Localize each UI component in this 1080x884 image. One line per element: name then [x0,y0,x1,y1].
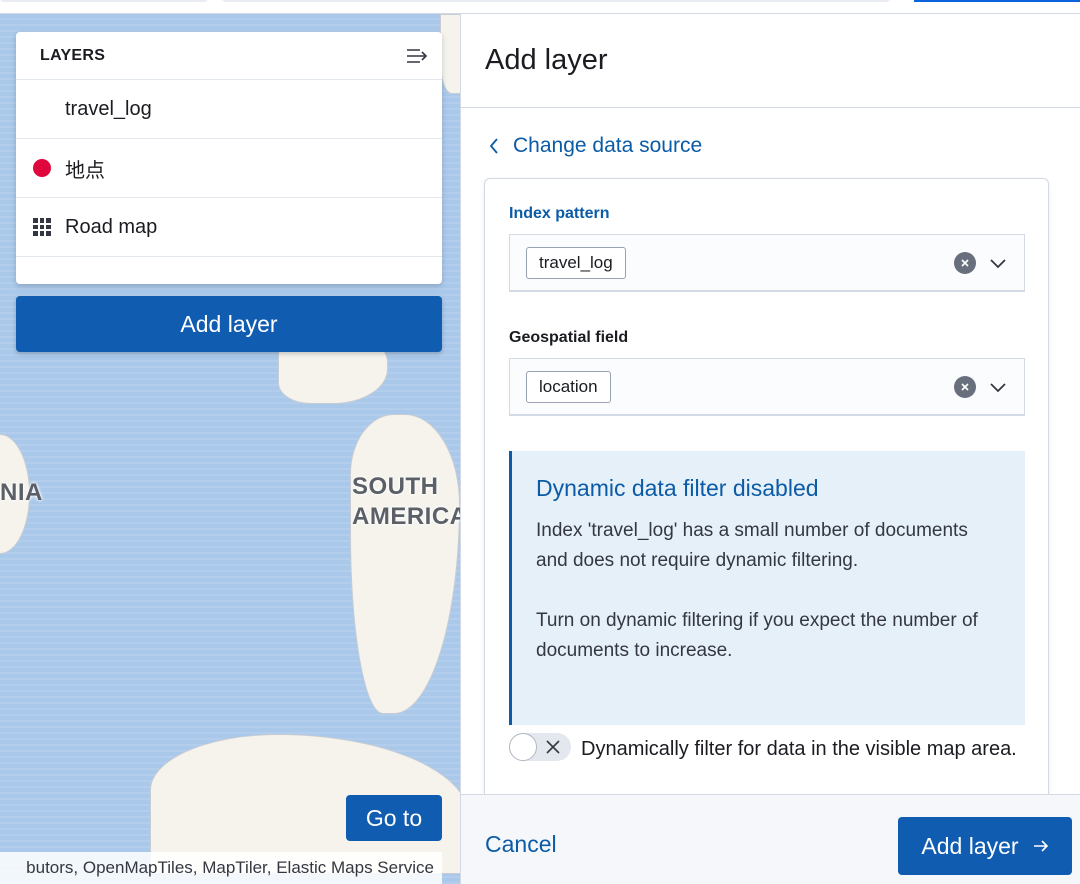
red-dot-icon [33,159,51,177]
close-icon [546,740,560,754]
north-america-edge-land [440,14,460,94]
flyout-footer: Cancel Add layer [461,794,1080,884]
clear-icon[interactable] [954,375,976,398]
switch-knob [509,732,537,761]
layer-item-location[interactable]: 地点 [16,139,442,198]
south-america-land [350,414,460,714]
add-layer-flyout: Add layer Change data source Index patte… [460,14,1080,884]
change-data-source-label: Change data source [513,134,703,157]
layers-title: LAYERS [40,46,106,64]
dynamic-filter-callout: Dynamic data filter disabled Index 'trav… [509,451,1025,725]
south-america-label: SOUTH AMERICA [352,473,460,530]
layer-name: 地点 [65,159,105,182]
chevron-left-icon [489,138,498,154]
oceania-label: NIA [0,479,43,506]
geospatial-field-select[interactable]: location [509,358,1025,416]
layer-item-travel-log[interactable]: travel_log [16,80,442,139]
query-bar-fragment[interactable] [222,0,890,2]
layers-panel: LAYERS travel_log 地点 Road map [16,32,442,284]
chevron-down-icon[interactable] [988,256,1008,270]
top-toolbar-strip [0,0,1080,14]
map-attribution: butors, OpenMapTiles, MapTiler, Elastic … [0,852,442,884]
collapse-panel-icon[interactable] [406,48,428,64]
callout-body: Index 'travel_log' has a small number of… [536,516,1001,666]
clear-icon[interactable] [954,251,976,274]
geospatial-field-value: location [526,370,611,403]
dynamic-filter-switch[interactable] [509,732,571,761]
map-canvas[interactable]: NIA SOUTH AMERICA LAYERS travel_log 地点 R… [0,14,460,884]
index-pattern-label: Index pattern [509,205,610,222]
callout-text: Index 'travel_log' has a small number of… [536,520,968,571]
add-layer-button-map[interactable]: Add layer [16,296,442,352]
arrow-right-icon [1033,840,1048,852]
flyout-header: Add layer [461,14,1080,108]
dynamic-filter-setting: Dynamically filter for data in the visib… [509,732,1025,764]
cancel-button[interactable]: Cancel [485,831,557,858]
toolbar-button-fragment[interactable] [914,0,1080,2]
flyout-title: Add layer [485,44,608,76]
source-settings-panel: Index pattern travel_log Geospatial fiel… [484,178,1049,818]
layer-name: Road map [65,215,158,238]
layers-header: LAYERS [16,32,442,80]
goto-button[interactable]: Go to [346,795,442,841]
layer-item-road-map[interactable]: Road map [16,198,442,257]
layer-name: travel_log [65,97,152,120]
callout-text: Turn on dynamic filtering if you expect … [536,610,978,661]
add-layer-button[interactable]: Add layer [898,817,1072,875]
grid-icon [33,218,51,236]
change-data-source-link[interactable]: Change data source [489,134,702,158]
dynamic-filter-label: Dynamically filter for data in the visib… [581,738,1017,760]
callout-title: Dynamic data filter disabled [536,475,819,501]
index-pattern-select[interactable]: travel_log [509,234,1025,292]
chevron-down-icon[interactable] [988,380,1008,394]
geospatial-field-label: Geospatial field [509,329,629,346]
toolbar-field-fragment[interactable] [0,0,208,2]
add-layer-label: Add layer [921,832,1019,859]
index-pattern-value: travel_log [526,246,626,279]
